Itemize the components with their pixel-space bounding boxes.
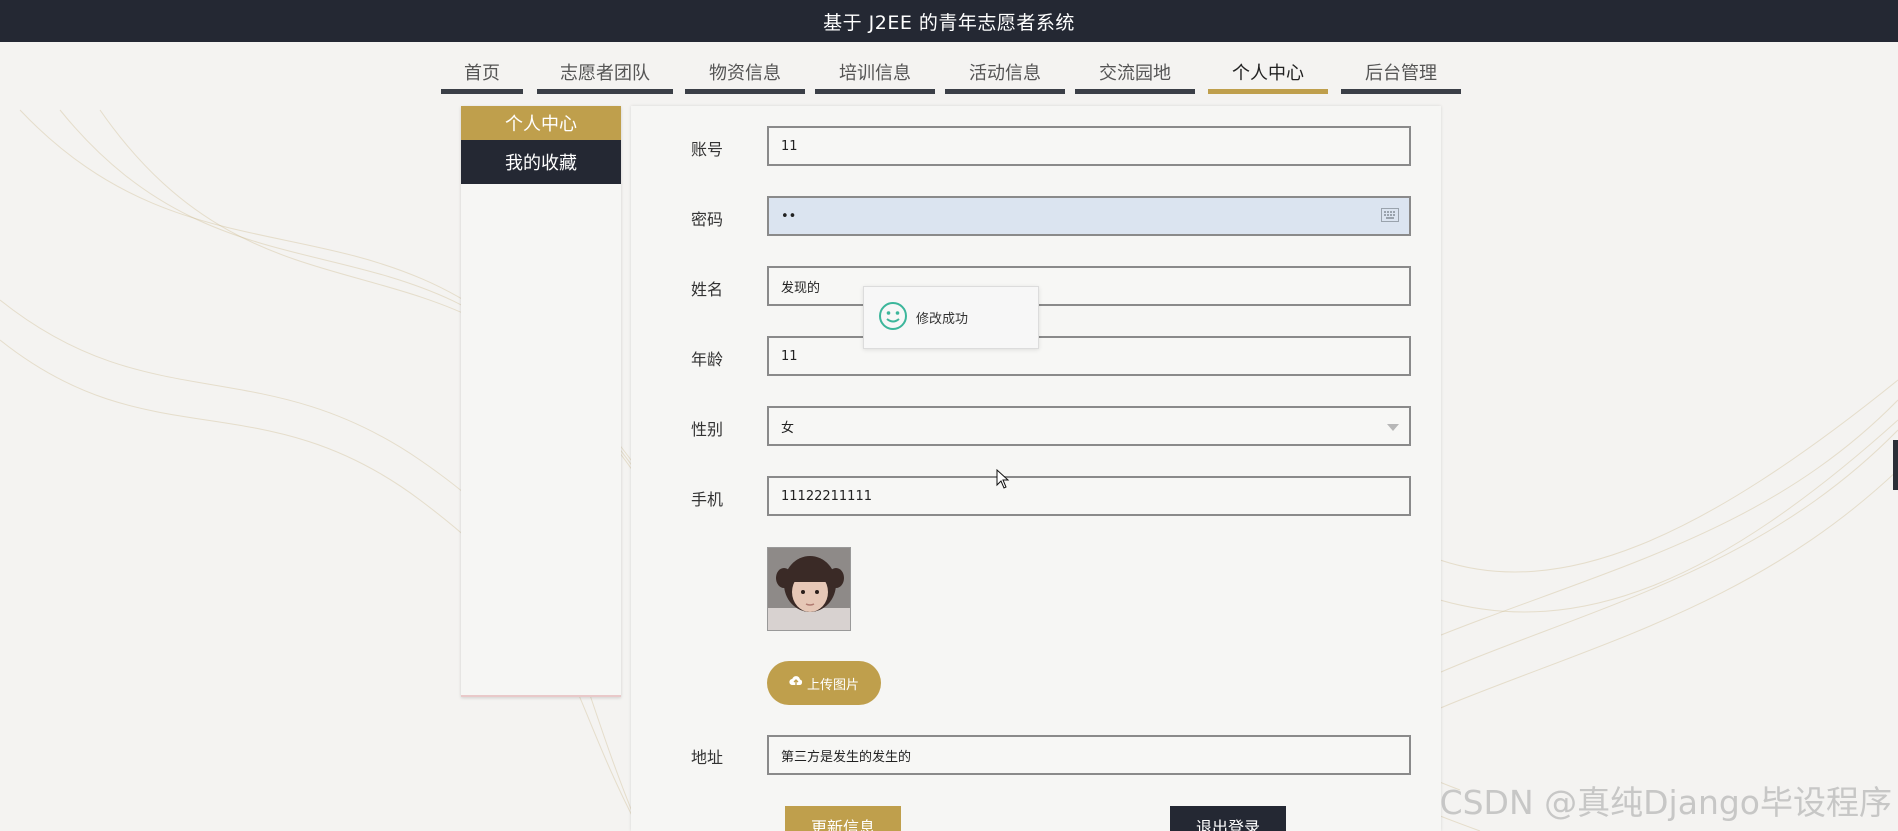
nav-item-supplies[interactable]: 物资信息 (685, 54, 805, 94)
nav-item-admin[interactable]: 后台管理 (1341, 54, 1461, 94)
nav-item-volunteer-team[interactable]: 志愿者团队 (537, 54, 673, 94)
name-value: 发现的 (781, 280, 821, 296)
chevron-down-icon (1387, 424, 1399, 431)
watermark-text: CSDN @真纯Django毕设程序 (1439, 783, 1892, 822)
password-label: 密码 (691, 210, 724, 229)
account-value: 11 (781, 138, 798, 154)
upload-image-button[interactable]: 上传图片 (767, 661, 881, 705)
nav-item-forum[interactable]: 交流园地 (1075, 54, 1195, 94)
mouse-cursor-icon (996, 468, 1010, 493)
password-value: •• (781, 208, 797, 224)
scroll-indicator[interactable] (1893, 440, 1898, 490)
phone-field[interactable]: 11122211111 (767, 476, 1411, 516)
address-label: 地址 (691, 748, 724, 767)
gender-select[interactable]: 女 (767, 406, 1411, 446)
gender-value: 女 (781, 420, 795, 436)
address-field[interactable]: 第三方是发生的发生的 (767, 735, 1411, 775)
age-label: 年龄 (691, 350, 724, 369)
side-menu: 个人中心 我的收藏 (461, 106, 621, 697)
nav-item-home[interactable]: 首页 (441, 54, 523, 94)
keyboard-icon (1381, 208, 1399, 226)
account-field[interactable]: 11 (767, 126, 1411, 166)
nav-item-activities[interactable]: 活动信息 (945, 54, 1065, 94)
toast-message: 修改成功 (916, 312, 969, 327)
side-item-personal-center[interactable]: 个人中心 (461, 106, 621, 140)
address-value: 第三方是发生的发生的 (781, 749, 912, 765)
app-header: 基于 J2EE 的青年志愿者系统 (0, 0, 1898, 42)
gender-label: 性别 (691, 420, 724, 439)
password-field[interactable]: •• (767, 196, 1411, 236)
cloud-upload-icon (789, 675, 803, 691)
main-nav: 首页 志愿者团队 物资信息 培训信息 活动信息 交流园地 个人中心 后台管理 (0, 42, 1898, 106)
upload-image-label: 上传图片 (806, 677, 859, 693)
success-toast: 修改成功 (863, 286, 1039, 349)
age-value: 11 (781, 348, 798, 364)
logout-button[interactable]: 退出登录 (1170, 806, 1286, 831)
nav-item-personal-center[interactable]: 个人中心 (1208, 54, 1328, 94)
phone-value: 11122211111 (781, 488, 872, 504)
phone-label: 手机 (691, 490, 724, 509)
account-label: 账号 (691, 140, 724, 159)
avatar-image (767, 547, 851, 631)
nav-item-training[interactable]: 培训信息 (815, 54, 935, 94)
profile-form: 账号 11 密码 •• 姓名 发现的 年龄 11 性别 女 手机 1112221… (631, 106, 1441, 831)
name-label: 姓名 (691, 280, 724, 299)
update-info-button[interactable]: 更新信息 (785, 806, 901, 831)
app-title: 基于 J2EE 的青年志愿者系统 (823, 11, 1075, 34)
side-item-favorites[interactable]: 我的收藏 (461, 140, 621, 184)
smile-icon (878, 301, 908, 335)
